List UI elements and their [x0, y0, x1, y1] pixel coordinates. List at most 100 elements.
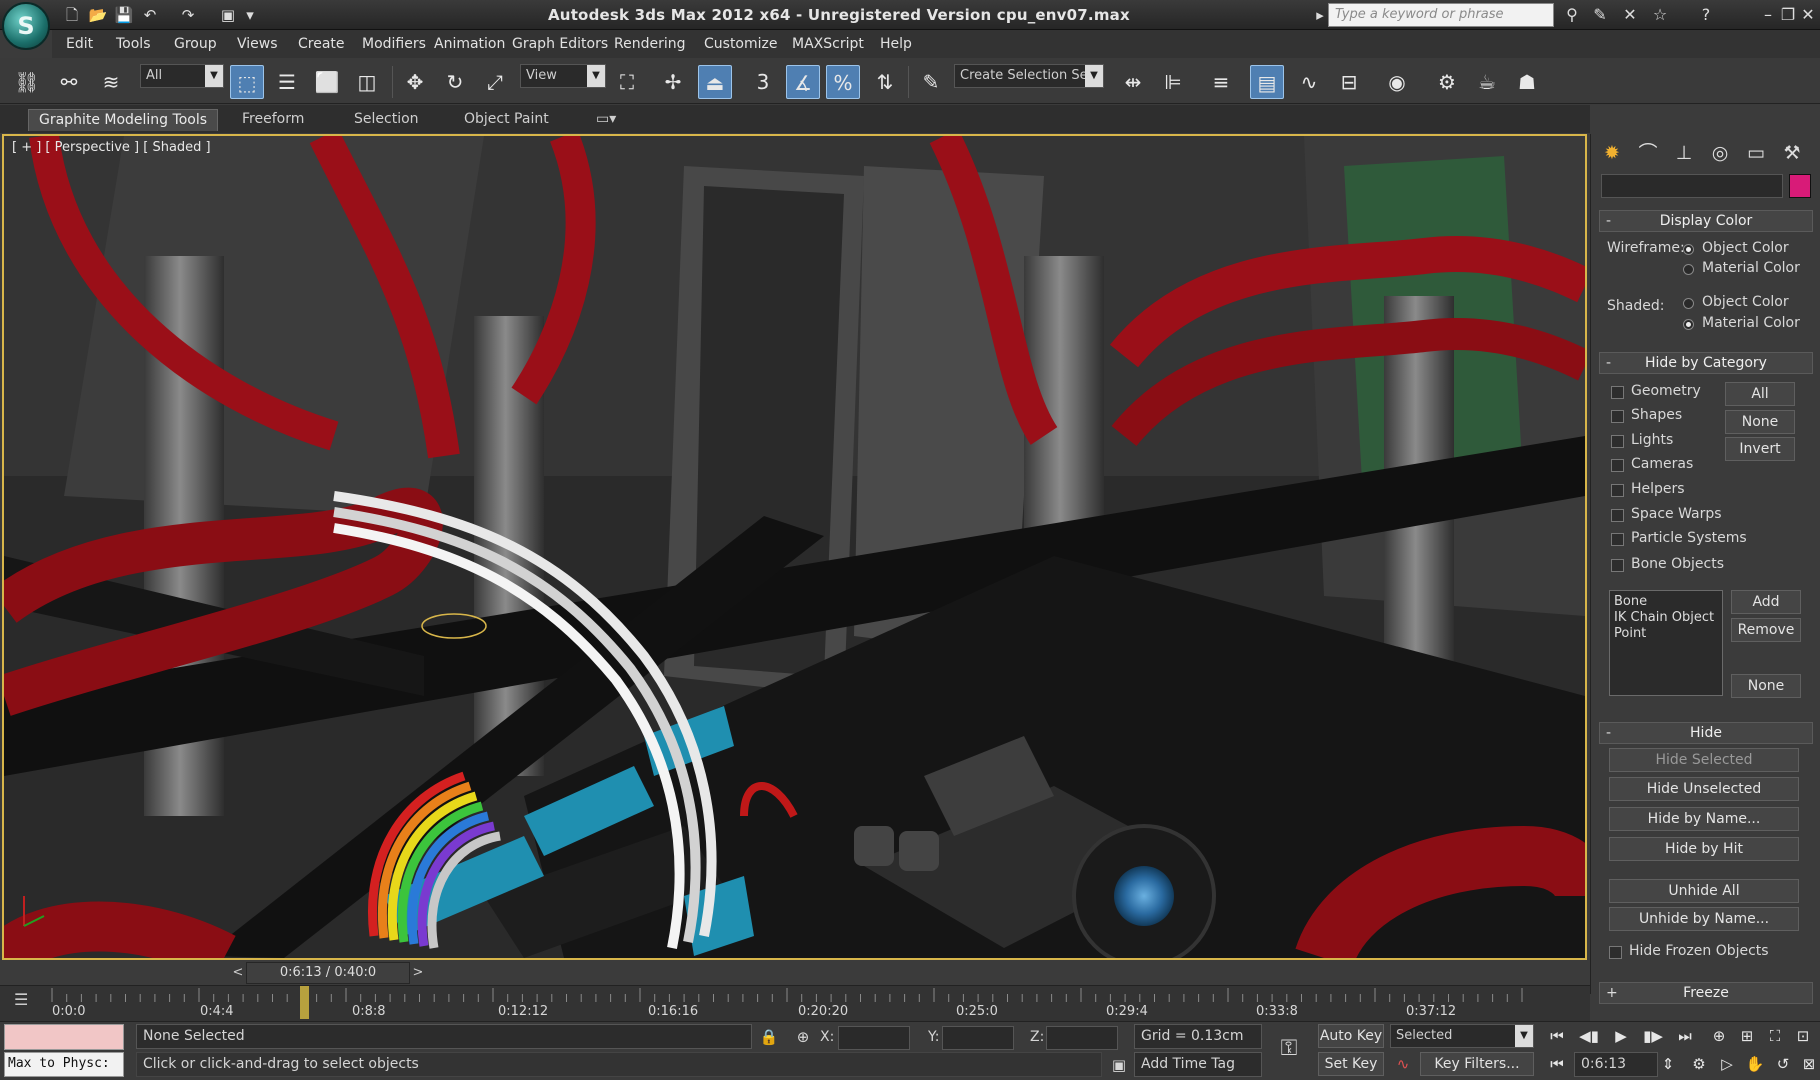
play-icon[interactable]: ▶ — [1606, 1024, 1636, 1048]
rectangular-selection-region-icon[interactable]: ⬜ — [310, 65, 344, 99]
layer-manager-icon[interactable]: ≡ — [1204, 65, 1238, 99]
zoom-all-icon[interactable]: ⊞ — [1732, 1024, 1762, 1048]
wireframe-material-color-radio[interactable] — [1683, 264, 1694, 275]
spinner-snap-icon[interactable]: ⇅ — [868, 65, 902, 99]
previous-frame-arrow[interactable]: < — [230, 962, 246, 984]
graphite-modeling-tools-toggle-icon[interactable]: ▤ — [1250, 65, 1284, 99]
add-time-tag-button[interactable]: Add Time Tag — [1134, 1052, 1262, 1077]
key-filters-button[interactable]: Key Filters... — [1420, 1052, 1534, 1076]
default-tangents-icon[interactable]: ∿ — [1392, 1053, 1414, 1075]
timeline-track[interactable] — [0, 985, 1590, 1021]
display-color-rollout-header[interactable]: - Display Color — [1599, 210, 1813, 232]
align-icon[interactable]: ⊫ — [1156, 65, 1190, 99]
menu-tools[interactable]: Tools — [116, 36, 151, 52]
motion-panel-icon[interactable]: ◎ — [1705, 138, 1735, 168]
hide-by-hit-button[interactable]: Hide by Hit — [1609, 837, 1799, 861]
set-key-button[interactable]: Set Key — [1318, 1052, 1384, 1076]
helpers-checkbox[interactable] — [1611, 484, 1624, 497]
search-input[interactable]: Type a keyword or phrase — [1328, 3, 1554, 27]
tab-graphite-modeling-tools[interactable]: Graphite Modeling Tools — [28, 109, 219, 131]
hide-by-category-rollout-header[interactable]: - Hide by Category — [1599, 352, 1813, 374]
edit-named-selection-icon[interactable]: ✎ — [914, 65, 948, 99]
zoom-extents-icon[interactable]: ⛶ — [1760, 1024, 1790, 1048]
utilities-panel-icon[interactable]: ⚒ — [1777, 138, 1807, 168]
shaded-material-color-radio[interactable] — [1683, 319, 1694, 330]
hide-category-invert-button[interactable]: Invert — [1725, 437, 1795, 461]
hide-frozen-objects-checkbox[interactable] — [1609, 946, 1622, 959]
menu-animation[interactable]: Animation — [434, 36, 505, 52]
absolute-mode-transform-icon[interactable]: ⊕ — [792, 1026, 814, 1048]
close-icon[interactable]: ✕ — [1796, 4, 1820, 26]
ribbon-options-icon[interactable]: ▭▾ — [586, 109, 626, 131]
lights-checkbox[interactable] — [1611, 435, 1624, 448]
category-list-item[interactable]: Bone — [1614, 594, 1718, 610]
perspective-viewport[interactable]: [ + ] [ Perspective ] [ Shaded ] — [2, 134, 1587, 960]
bind-to-space-warp-icon[interactable]: ≋ — [94, 65, 128, 99]
select-object-icon[interactable]: ⬚ — [230, 65, 264, 99]
x-coordinate-field[interactable] — [838, 1026, 910, 1050]
wireframe-object-color-radio[interactable] — [1683, 244, 1694, 255]
time-slider[interactable]: 0:6:13 / 0:40:0 — [246, 962, 410, 984]
project-folder-icon[interactable]: ▣ — [218, 5, 238, 25]
search-expand-icon[interactable]: ▸ — [1310, 5, 1330, 25]
hide-category-none-button[interactable]: None — [1725, 410, 1795, 434]
current-frame-field[interactable]: 0:6:13 — [1574, 1052, 1658, 1077]
select-and-scale-icon[interactable]: ⤢ — [478, 65, 512, 99]
angle-snap-icon[interactable]: ∡ — [786, 65, 820, 99]
keyboard-shortcut-override-icon[interactable]: ⏏ — [698, 65, 732, 99]
render-setup-icon[interactable]: ⚙ — [1430, 65, 1464, 99]
object-name-field[interactable] — [1601, 174, 1783, 198]
time-tag-icon[interactable]: ▣ — [1108, 1054, 1130, 1076]
hide-selected-button[interactable]: Hide Selected — [1609, 748, 1799, 772]
menu-maxscript[interactable]: MAXScript — [792, 36, 864, 52]
maxscript-command-field[interactable]: Max to Physc: — [4, 1052, 124, 1077]
binoculars-icon[interactable]: ⚲ — [1560, 4, 1584, 26]
select-and-move-icon[interactable]: ✥ — [398, 65, 432, 99]
pan-view-icon[interactable]: ✋ — [1740, 1052, 1770, 1076]
time-configuration-icon[interactable]: ⚙ — [1684, 1052, 1714, 1076]
category-list-item[interactable]: Point — [1614, 626, 1718, 642]
curve-editor-icon[interactable]: ∿ — [1292, 65, 1326, 99]
go-to-end-icon[interactable]: ⏭ — [1670, 1024, 1700, 1048]
previous-key-icon[interactable]: ◀▮ — [1574, 1024, 1604, 1048]
favorites-star-icon[interactable]: ☆ — [1648, 4, 1672, 26]
timeline-playhead[interactable] — [300, 986, 309, 1019]
particle-systems-checkbox[interactable] — [1611, 533, 1624, 546]
subscription-icon[interactable]: ✎ — [1588, 4, 1612, 26]
shapes-checkbox[interactable] — [1611, 410, 1624, 423]
z-coordinate-field[interactable] — [1046, 1026, 1118, 1050]
menu-group[interactable]: Group — [174, 36, 217, 52]
auto-key-button[interactable]: Auto Key — [1318, 1024, 1384, 1048]
go-to-start-icon[interactable]: ⏮ — [1542, 1024, 1572, 1048]
display-panel-icon[interactable]: ▭ — [1741, 138, 1771, 168]
select-and-manipulate-icon[interactable]: ✢ — [656, 65, 690, 99]
help-icon[interactable]: ? — [1694, 4, 1718, 26]
y-coordinate-field[interactable] — [942, 1026, 1014, 1050]
menu-help[interactable]: Help — [880, 36, 912, 52]
percent-snap-icon[interactable]: % — [826, 65, 860, 99]
menu-rendering[interactable]: Rendering — [614, 36, 686, 52]
app-logo-button[interactable]: S — [2, 2, 50, 50]
selection-filter-dropdown[interactable]: All ▼ — [140, 64, 224, 88]
menu-edit[interactable]: Edit — [66, 36, 93, 52]
quick-access-dropdown-icon[interactable]: ▾ — [240, 5, 260, 25]
window-crossing-icon[interactable]: ◫ — [350, 65, 384, 99]
hide-by-name-button[interactable]: Hide by Name... — [1609, 807, 1799, 831]
bone-objects-checkbox[interactable] — [1611, 559, 1624, 572]
menu-create[interactable]: Create — [298, 36, 345, 52]
select-by-name-icon[interactable]: ☰ — [270, 65, 304, 99]
mini-curve-editor-icon[interactable]: ☰ — [14, 990, 38, 1014]
set-key-mode-key-icon[interactable]: ⚿ — [1278, 1038, 1300, 1060]
render-production-icon[interactable]: ☗ — [1510, 65, 1544, 99]
category-list-item[interactable]: IK Chain Object — [1614, 610, 1718, 626]
mirror-icon[interactable]: ⇹ — [1116, 65, 1150, 99]
unhide-by-name-button[interactable]: Unhide by Name... — [1609, 907, 1799, 931]
hide-rollout-header[interactable]: - Hide — [1599, 722, 1813, 744]
named-selection-set-dropdown[interactable]: Create Selection Se ▼ — [954, 64, 1104, 88]
maxscript-listener-mini[interactable] — [4, 1024, 124, 1050]
maximize-viewport-icon[interactable]: ⊠ — [1794, 1052, 1820, 1076]
pivot-center-icon[interactable]: ⛶ — [610, 65, 644, 99]
object-color-swatch[interactable] — [1789, 174, 1811, 198]
cameras-checkbox[interactable] — [1611, 459, 1624, 472]
open-file-icon[interactable]: 📂 — [88, 5, 108, 25]
